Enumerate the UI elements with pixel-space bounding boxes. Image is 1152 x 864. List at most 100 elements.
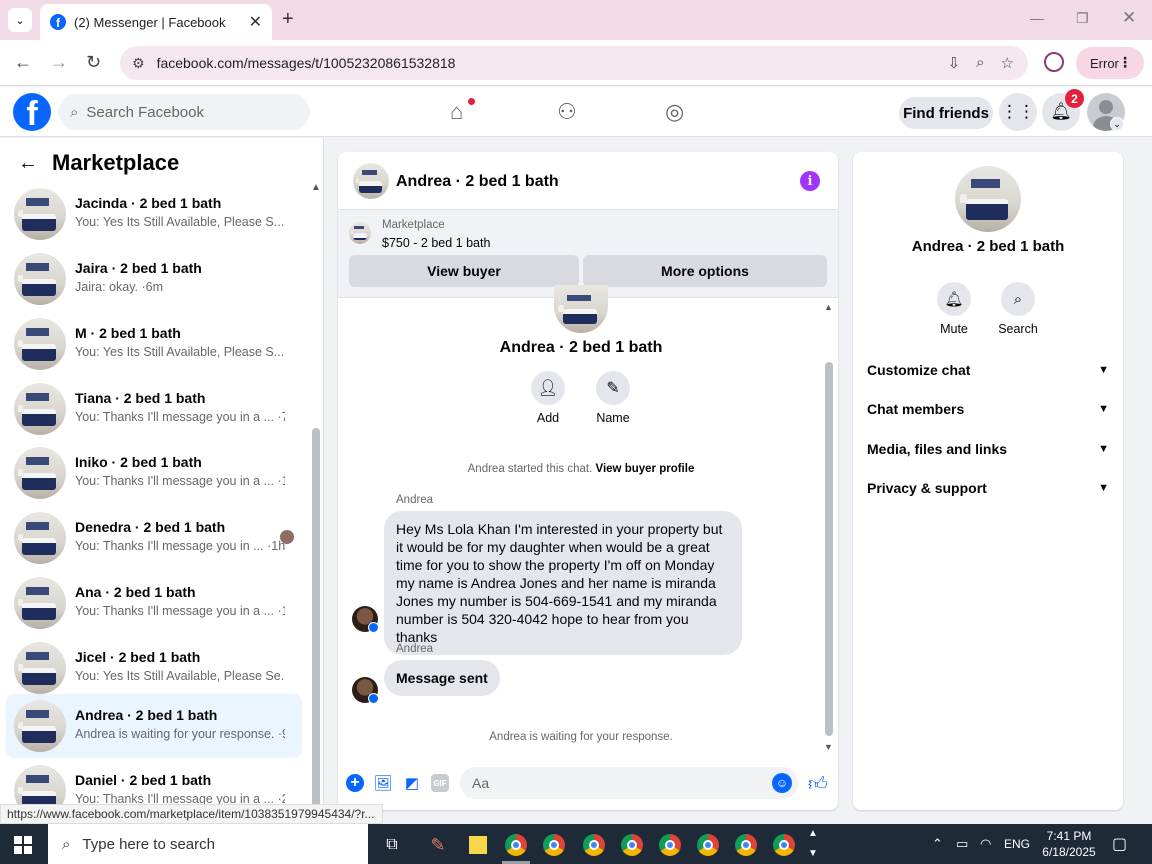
friends-icon[interactable]: ⚇ xyxy=(557,99,577,125)
conversation-item[interactable]: Tiana · 2 bed 1 bath You: Thanks I'll me… xyxy=(6,377,302,441)
chevron-down-icon[interactable]: ⌄ xyxy=(1110,117,1124,131)
conversation-item-active[interactable]: Andrea · 2 bed 1 bath Andrea is waiting … xyxy=(6,694,302,758)
media-files-links-section[interactable]: Media, files and links ▼ xyxy=(867,437,1109,461)
sidebar-scrollbar[interactable] xyxy=(312,428,320,808)
search-action[interactable]: ⌕ Search xyxy=(993,282,1043,336)
wifi-icon[interactable]: ◠ xyxy=(980,836,991,852)
battery-icon[interactable]: ▭ xyxy=(956,836,968,852)
name-action[interactable]: ✎ Name xyxy=(593,371,633,425)
back-arrow-icon[interactable]: ← xyxy=(14,52,32,73)
chat-title[interactable]: Andrea · 2 bed 1 bath xyxy=(396,173,559,191)
task-view-icon[interactable]: ⧉ xyxy=(380,833,404,857)
address-bar[interactable]: ⚙ facebook.com/messages/t/10052320861532… xyxy=(120,46,1028,80)
close-window-icon[interactable]: ✕ xyxy=(1122,8,1136,28)
conversation-details-panel: Andrea · 2 bed 1 bath 🔔︎ Mute ⌕ Search C… xyxy=(853,152,1123,810)
customize-chat-section[interactable]: Customize chat ▼ xyxy=(867,358,1109,382)
chrome-icon[interactable] xyxy=(696,833,720,857)
facebook-logo-icon[interactable]: f xyxy=(13,93,51,131)
scroll-up-arrow[interactable]: ▲ xyxy=(311,182,321,193)
home-icon[interactable]: ⌂ xyxy=(450,99,463,125)
sender-avatar[interactable] xyxy=(352,677,379,704)
browser-menu-icon[interactable]: ⋮ xyxy=(1118,54,1132,71)
close-tab-icon[interactable]: ✕ xyxy=(249,12,262,32)
chrome-icon[interactable] xyxy=(734,833,758,857)
emoji-icon[interactable]: ☺ xyxy=(772,773,792,793)
windows-start-icon[interactable] xyxy=(14,836,32,854)
scroll-down-arrow[interactable]: ▼ xyxy=(824,742,833,752)
taskbar-scroll-up-icon[interactable]: ▲ xyxy=(808,828,818,839)
photo-icon[interactable]: 🖼︎ xyxy=(373,774,392,792)
conversation-item[interactable]: Iniko · 2 bed 1 bath You: Thanks I'll me… xyxy=(6,441,302,505)
conversation-item[interactable]: Jaira · 2 bed 1 bath Jaira: okay. ·6m xyxy=(6,247,302,311)
scroll-up-arrow[interactable]: ▲ xyxy=(824,302,833,312)
plus-icon[interactable]: + xyxy=(346,774,364,792)
paint-app-icon[interactable]: ✎ xyxy=(426,833,450,857)
chrome-icon[interactable] xyxy=(582,833,606,857)
thumbs-up-icon[interactable]: 👍︎ xyxy=(808,773,828,796)
groups-icon[interactable]: ◎ xyxy=(665,99,684,125)
bell-icon[interactable]: 🔔︎ xyxy=(937,282,971,316)
browser-error-button[interactable]: Error ⋮ xyxy=(1076,47,1144,79)
chat-thumbnail[interactable] xyxy=(353,163,389,199)
sticker-icon[interactable]: ◩ xyxy=(403,774,421,792)
conversation-item[interactable]: Denedra · 2 bed 1 bath You: Thanks I'll … xyxy=(6,506,302,570)
sticky-notes-icon[interactable] xyxy=(466,833,490,857)
restore-window-icon[interactable]: ❐ xyxy=(1076,10,1089,27)
site-settings-icon[interactable]: ⚙ xyxy=(132,55,145,72)
conversation-name: M · 2 bed 1 bath xyxy=(75,325,181,341)
menu-grid-icon[interactable]: ⋮⋮ xyxy=(999,93,1037,131)
conversation-item[interactable]: Jicel · 2 bed 1 bath You: Yes Its Still … xyxy=(6,636,302,700)
conversation-item[interactable]: M · 2 bed 1 bath You: Yes Its Still Avai… xyxy=(6,312,302,376)
back-arrow-icon[interactable]: ← xyxy=(18,152,38,175)
taskbar-search-placeholder: Type here to search xyxy=(82,835,215,853)
notification-center-icon[interactable]: ▢ xyxy=(1112,834,1127,854)
taskbar-search-input[interactable]: ⌕ Type here to search xyxy=(48,824,368,864)
bookmark-star-icon[interactable]: ☆ xyxy=(1001,54,1014,72)
tab-search-button[interactable]: ⌄ xyxy=(8,8,32,32)
reload-icon[interactable]: ↻ xyxy=(86,52,101,73)
chrome-icon[interactable] xyxy=(772,833,796,857)
zoom-icon[interactable]: ⌕ xyxy=(976,54,984,72)
forward-arrow-icon[interactable]: → xyxy=(50,52,68,73)
conversation-name: Jicel · 2 bed 1 bath xyxy=(75,649,201,665)
chevron-down-icon: ▼ xyxy=(1098,443,1109,455)
chrome-icon[interactable] xyxy=(504,833,528,857)
details-name: Andrea · 2 bed 1 bath xyxy=(911,238,1065,255)
view-buyer-profile-link[interactable]: View buyer profile xyxy=(596,463,695,475)
chrome-icon[interactable] xyxy=(542,833,566,857)
chrome-icon[interactable] xyxy=(658,833,682,857)
name-label: Name xyxy=(596,411,630,425)
gif-icon[interactable]: GIF xyxy=(431,774,449,792)
pencil-icon[interactable]: ✎ xyxy=(596,371,630,405)
add-action[interactable]: 👤︎ Add xyxy=(528,371,568,425)
info-icon[interactable]: i xyxy=(800,171,820,191)
install-app-icon[interactable]: ⇩ xyxy=(948,54,961,72)
search-icon[interactable]: ⌕ xyxy=(1001,282,1035,316)
message-input[interactable]: Aa xyxy=(460,767,798,799)
message-bubble[interactable]: Hey Ms Lola Khan I'm interested in your … xyxy=(384,511,742,655)
browser-profile-icon[interactable] xyxy=(1044,52,1064,72)
new-tab-button[interactable]: + xyxy=(282,8,294,31)
more-options-button[interactable]: More options xyxy=(583,255,827,287)
browser-tab-messenger[interactable]: f (2) Messenger | Facebook ✕ xyxy=(40,4,272,40)
taskbar-clock[interactable]: 7:41 PM 6/18/2025 xyxy=(1034,828,1104,860)
show-hidden-icons-icon[interactable]: ⌃ xyxy=(932,836,943,852)
conversation-item[interactable]: Ana · 2 bed 1 bath You: Thanks I'll mess… xyxy=(6,571,302,635)
find-friends-button[interactable]: Find friends xyxy=(899,97,993,129)
chrome-icon[interactable] xyxy=(620,833,644,857)
chat-members-section[interactable]: Chat members ▼ xyxy=(867,397,1109,421)
facebook-search-input[interactable]: ⌕ Search Facebook xyxy=(58,94,310,130)
chat-scrollbar[interactable] xyxy=(825,362,833,736)
add-person-icon[interactable]: 👤︎ xyxy=(531,371,565,405)
sender-avatar[interactable] xyxy=(352,606,379,633)
taskbar-scroll-down-icon[interactable]: ▼ xyxy=(808,848,818,859)
conversation-item[interactable]: Jacinda · 2 bed 1 bath You: Yes Its Stil… xyxy=(6,182,302,246)
conversation-name: Jaira · 2 bed 1 bath xyxy=(75,260,202,276)
facebook-top-bar: f ⌕ Search Facebook ⌂ ⚇ ◎ Find friends ⋮… xyxy=(0,87,1152,137)
privacy-support-section[interactable]: Privacy & support ▼ xyxy=(867,476,1109,500)
view-buyer-button[interactable]: View buyer xyxy=(349,255,579,287)
minimize-window-icon[interactable]: — xyxy=(1030,10,1044,26)
mute-action[interactable]: 🔔︎ Mute xyxy=(929,282,979,336)
message-bubble[interactable]: Message sent xyxy=(384,660,500,696)
language-indicator[interactable]: ENG xyxy=(1004,837,1030,851)
